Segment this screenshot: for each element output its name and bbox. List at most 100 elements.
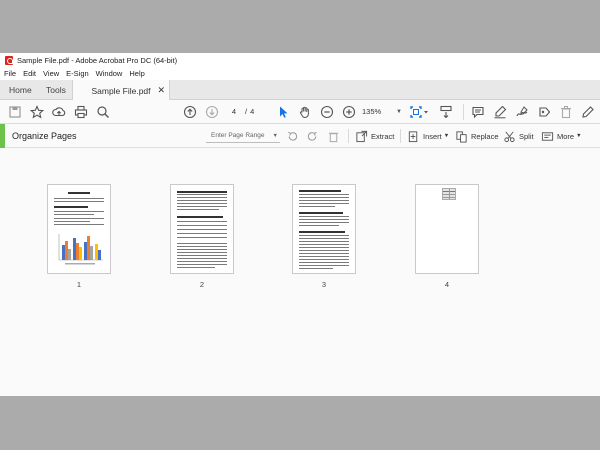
- menu-esign[interactable]: E-Sign: [66, 69, 89, 78]
- chevron-down-icon: ▼: [443, 133, 450, 139]
- page-number-4: 4: [444, 280, 450, 289]
- tab-document-label: Sample File.pdf: [91, 85, 151, 96]
- tab-tools[interactable]: Tools: [46, 80, 66, 100]
- upload-icon[interactable]: [51, 104, 67, 120]
- thumbnail-text-line: [177, 255, 227, 256]
- page-number-3: 3: [321, 280, 327, 289]
- insert-label: Insert: [423, 131, 442, 141]
- thumbnail-text-line: [177, 203, 227, 204]
- thumbnail-text-line: [177, 200, 227, 201]
- thumbnail-text-line: [299, 259, 349, 260]
- thumbnail-text-line: [177, 221, 227, 222]
- thumbnail-text-line: [177, 216, 223, 218]
- save-icon[interactable]: [7, 104, 23, 120]
- chevron-down-icon: ▼: [396, 108, 402, 115]
- rotate-right-icon[interactable]: [306, 128, 322, 144]
- menu-window[interactable]: Window: [96, 69, 123, 78]
- replace-icon: [456, 130, 467, 143]
- thumbnail-text-line: [177, 206, 227, 207]
- highlight-icon[interactable]: [492, 104, 508, 120]
- delete-page-icon[interactable]: [327, 128, 343, 144]
- tab-document[interactable]: Sample File.pdf ✕: [72, 80, 170, 101]
- extract-button[interactable]: Extract: [355, 128, 394, 144]
- zoom-out-icon[interactable]: [319, 104, 335, 120]
- bookmark-star-icon[interactable]: [29, 104, 45, 120]
- thumbnail-text-line: [177, 246, 227, 247]
- delete-icon[interactable]: [558, 104, 574, 120]
- page-down-icon[interactable]: [204, 104, 220, 120]
- acrobat-logo-icon: [5, 55, 13, 65]
- replace-label: Replace: [471, 131, 499, 141]
- more-label: More: [557, 131, 575, 141]
- thumbnail-text-line: [299, 268, 333, 269]
- page-thumbnail-2[interactable]: [170, 184, 234, 274]
- thumbnail-text-line: [299, 262, 349, 263]
- comment-icon[interactable]: [470, 104, 486, 120]
- thumbnail-text-line: [177, 258, 227, 259]
- thumbnail-text-line: [299, 212, 343, 214]
- thumbnail-text-line: [299, 231, 345, 233]
- page-navigator: 4 / 4: [226, 105, 254, 118]
- page-up-icon[interactable]: [182, 104, 198, 120]
- menu-edit[interactable]: Edit: [23, 69, 36, 78]
- tab-home[interactable]: Home: [9, 80, 32, 100]
- thumbnail-text-line: [177, 194, 227, 195]
- thumbnail-text-line: [299, 241, 349, 242]
- more-button[interactable]: More ▼: [541, 128, 582, 144]
- thumbnail-text-line: [299, 256, 349, 257]
- fit-options-chevron-icon[interactable]: [422, 104, 430, 120]
- edit-icon[interactable]: [580, 104, 596, 120]
- page-thumbnail-3[interactable]: [292, 184, 356, 274]
- rotate-left-icon[interactable]: [286, 128, 302, 144]
- print-icon[interactable]: [73, 104, 89, 120]
- zoom-in-icon[interactable]: [341, 104, 357, 120]
- thumbnail-text-line: [177, 233, 227, 234]
- thumbnail-text-line: [177, 209, 219, 210]
- search-icon[interactable]: [95, 104, 111, 120]
- thumbnail-text-line: [299, 216, 349, 217]
- scroll-mode-icon[interactable]: [438, 104, 454, 120]
- thumbnail-text-line: [177, 197, 227, 198]
- page-range-select[interactable]: Enter Page Range ▼: [206, 129, 280, 143]
- close-tab-icon[interactable]: ✕: [157, 85, 165, 96]
- extract-label: Extract: [371, 131, 395, 141]
- menu-view[interactable]: View: [43, 69, 59, 78]
- page-thumbnail-1[interactable]: [47, 184, 111, 274]
- thumbnail-text-line: [177, 267, 215, 268]
- split-label: Split: [519, 131, 534, 141]
- page-number-2: 2: [199, 280, 205, 289]
- organize-pages-bar: Organize Pages Enter Page Range ▼ Extrac…: [0, 124, 600, 148]
- insert-button[interactable]: Insert ▼: [407, 128, 449, 144]
- acrobat-window: Sample File.pdf - Adobe Acrobat Pro DC (…: [0, 53, 600, 396]
- total-pages: 4: [250, 107, 255, 116]
- current-page-field[interactable]: 4: [226, 105, 242, 118]
- page-thumbnail-4[interactable]: [415, 184, 479, 274]
- thumbnail-text-line: [177, 229, 227, 230]
- replace-button[interactable]: Replace: [455, 128, 499, 144]
- toolbar-divider: [463, 104, 464, 120]
- organize-pages-title: Organize Pages: [12, 131, 77, 141]
- hand-icon[interactable]: [297, 104, 313, 120]
- thumbnail-text-line: [54, 198, 104, 199]
- select-cursor-icon[interactable]: [275, 104, 291, 120]
- menu-help[interactable]: Help: [129, 69, 144, 78]
- menu-file[interactable]: File: [4, 69, 16, 78]
- scissors-icon: [504, 131, 515, 142]
- thumbnail-text-line: [54, 201, 104, 202]
- menu-bar: File Edit View E-Sign Window Help: [0, 67, 600, 80]
- thumbnail-text-line: [177, 249, 227, 250]
- zoom-dropdown[interactable]: 135% ▼: [362, 105, 402, 118]
- stamp-icon[interactable]: [536, 104, 552, 120]
- thumbnail-text-line: [299, 238, 349, 239]
- sign-icon[interactable]: [514, 104, 530, 120]
- thumbnail-text-line: [299, 247, 349, 248]
- thumbnail-text-line: [54, 224, 104, 225]
- extract-icon: [356, 130, 368, 142]
- thumbnail-text-line: [177, 237, 227, 238]
- thumbnail-text-line: [299, 222, 349, 223]
- split-button[interactable]: Split: [503, 128, 534, 144]
- main-toolbar: 4 / 4 135% ▼: [0, 100, 600, 124]
- thumbnail-text-line: [177, 264, 227, 265]
- thumbnail-chart-image: [58, 234, 103, 265]
- chevron-down-icon: ▼: [272, 132, 278, 139]
